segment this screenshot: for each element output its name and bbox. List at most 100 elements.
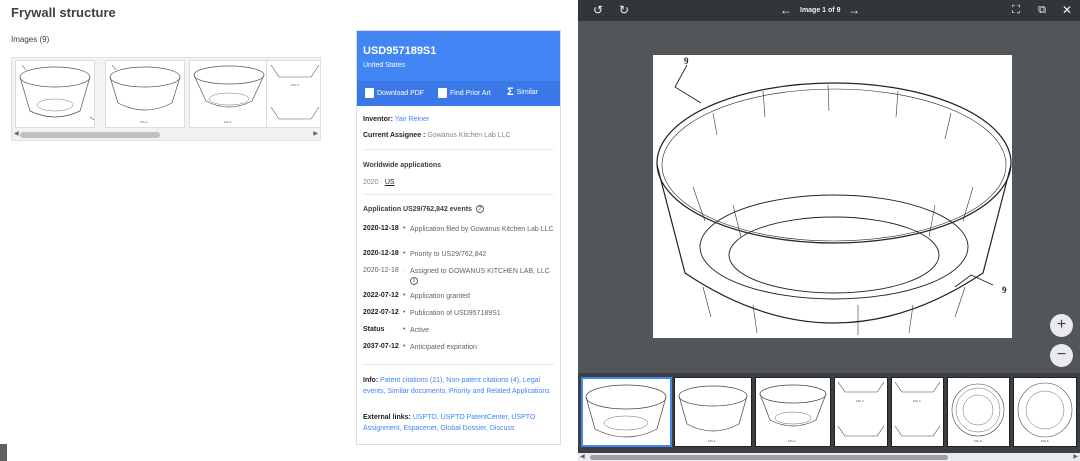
help-icon[interactable]: ? [475,205,484,213]
images-count-label: Images (9) [11,35,50,44]
close-icon[interactable]: ✕ [1059,0,1075,21]
rotate-left-icon[interactable]: ↺ [590,0,606,21]
zoom-out-button[interactable]: − [1050,344,1073,367]
event-date: 2020-12-18 [363,267,399,274]
similar-label: Similar [516,89,538,96]
viewer-thumbnail-strip[interactable]: FIG.1 FIG.2 FIG.3 FIG.4 FIG.5 FIG.6 ◀ ▶ [578,373,1080,461]
worldwide-applications: 2020 · US [363,179,395,186]
arrow-left-icon[interactable]: ← [778,0,794,21]
image-viewer: ↺ ↻ ← Image 1 of 9 → ⛶ ⧉ ✕ 9 9 + − FIG.1… [578,0,1080,461]
fullscreen-icon[interactable]: ⛶ [1008,0,1024,21]
inventor-label: Inventor: [363,116,393,123]
inventor-link[interactable]: Yair Reiner [395,116,430,123]
events-title-text: Application US29/762,842 events [363,205,472,213]
event-date: 2022-07-12 [363,309,399,316]
arrow-right-icon[interactable]: → [846,0,862,21]
viewer-thumb-2[interactable]: FIG.1 [674,377,752,447]
event-text: Application granted [410,293,470,300]
svg-text:FIG.2: FIG.2 [224,120,232,124]
worldwide-country-link[interactable]: US [385,179,395,186]
info-links: Info: Patent citations (21), Non-patent … [363,375,555,397]
external-links: External links: USPTO, USPTO PatentCente… [363,412,555,434]
thumbnail-1[interactable] [15,60,97,128]
event-row-status: Status • Active [363,326,430,334]
viewer-thumb-4[interactable]: FIG.3 [834,377,888,447]
event-date: 2022-07-12 [363,292,399,299]
patent-details-panel: Frywall structure Images (9) FIG.1 FIG.2… [0,0,578,461]
viewer-thumb-1[interactable] [581,377,672,447]
country: United States [363,62,406,69]
thumbnail-4[interactable]: FIG.3 [266,60,320,128]
scroll-right-icon[interactable]: ▶ [313,130,318,137]
viewer-thumb-7[interactable]: FIG.6 [1013,377,1077,447]
event-row: 2037-07-12 • Anticipated expiration [363,343,477,351]
event-text: Application filed by Gowanus Kitchen Lab… [410,226,554,233]
download-pdf-button[interactable]: Download PDF [365,88,424,98]
divider [363,149,554,150]
thumb-fig-label: FIG.3 [856,399,864,403]
open-external-icon[interactable]: ⧉ [1034,0,1050,21]
sigma-icon: Σ [507,86,514,98]
event-row: 2020-12-18 · Assigned to GOWANUS KITCHEN… [363,267,550,285]
publication-number: USD957189S1 [363,45,437,57]
viewer-toolbar: ↺ ↻ ← Image 1 of 9 → ⛶ ⧉ ✕ [578,0,1080,21]
zoom-in-button[interactable]: + [1050,314,1073,337]
rotate-right-icon[interactable]: ↻ [616,0,632,21]
reference-numeral-bottom: 9 [1002,285,1007,295]
similar-button[interactable]: Σ Similar [507,86,538,98]
event-row: 2022-07-12 • Application granted [363,292,470,300]
thumb-fig-label: FIG.2 [788,439,796,443]
info-links-list[interactable]: Patent citations (21), Non-patent citati… [363,377,550,395]
scroll-right-icon[interactable]: ▶ [1073,453,1078,460]
external-links-label: External links: [363,414,411,421]
pdf-icon [365,88,374,98]
viewer-thumbnail-scrollbar[interactable]: ◀ ▶ [578,453,1080,461]
thumb-fig-label: FIG.6 [1041,439,1049,443]
svg-text:FIG.1: FIG.1 [140,120,148,124]
event-row: 2022-07-12 • Publication of USD957189S1 [363,309,501,317]
assignee-field: Current Assignee : Gowanus Kitchen Lab L… [363,132,511,139]
thumb-fig-label: FIG.5 [974,439,982,443]
event-text: Priority to US29/762,842 [410,251,487,258]
info-icon: i [410,277,418,285]
divider [363,364,554,365]
worldwide-title: Worldwide applications [363,162,442,169]
thumbnail-2[interactable]: FIG.1 [105,60,185,128]
prior-art-icon [438,88,447,98]
reference-numeral-top: 9 [684,56,689,66]
thumbnail-strip-scrollbar[interactable]: ◀ ▶ [12,130,320,140]
divider [363,194,554,195]
viewer-thumb-6[interactable]: FIG.5 [947,377,1010,447]
patent-drawing: 9 9 [653,55,1012,338]
status-label: Status [363,326,385,333]
image-counter: Image 1 of 9 [800,7,841,14]
thumb-fig-label: FIG.1 [708,439,716,443]
find-prior-art-button[interactable]: Find Prior Art [438,88,491,98]
assignee-value: Gowanus Kitchen Lab LLC [427,132,511,139]
inventor-field: Inventor: Yair Reiner [363,116,429,123]
frywall-drawing: 9 9 [656,56,1012,335]
scroll-left-icon[interactable]: ◀ [14,130,19,137]
viewer-thumb-3[interactable]: FIG.2 [755,377,831,447]
scrollbar-thumb[interactable] [590,455,948,460]
thumbnail-3[interactable]: FIG.2 [189,60,269,128]
event-row: 2020-12-18 • Priority to US29/762,842 [363,250,487,258]
viewer-thumb-5[interactable]: FIG.4 [891,377,944,447]
assignee-label: Current Assignee : [363,132,426,139]
event-row: 2020-12-18 • Application filed by Gowanu… [363,225,554,233]
events-title: Application US29/762,842 events ? [363,205,484,213]
window-resize-grip[interactable] [0,444,7,461]
event-date: 2020-12-18 [363,250,399,257]
scroll-left-icon[interactable]: ◀ [580,453,585,460]
event-text: Anticipated expiration [410,344,477,351]
event-date: 2037-07-12 [363,343,399,350]
image-thumbnail-strip[interactable]: FIG.1 FIG.2 FIG.3 ◀ ▶ [11,57,321,141]
scrollbar-thumb[interactable] [20,132,160,138]
event-date: 2020-12-18 [363,225,399,232]
worldwide-year: 2020 [363,179,379,186]
card-header: USD957189S1 United States Download PDF F… [357,31,560,106]
patent-info-card: USD957189S1 United States Download PDF F… [356,30,561,445]
download-pdf-label: Download PDF [377,89,425,97]
status-value: Active [410,327,430,334]
worldwide-separator: · [380,179,383,186]
